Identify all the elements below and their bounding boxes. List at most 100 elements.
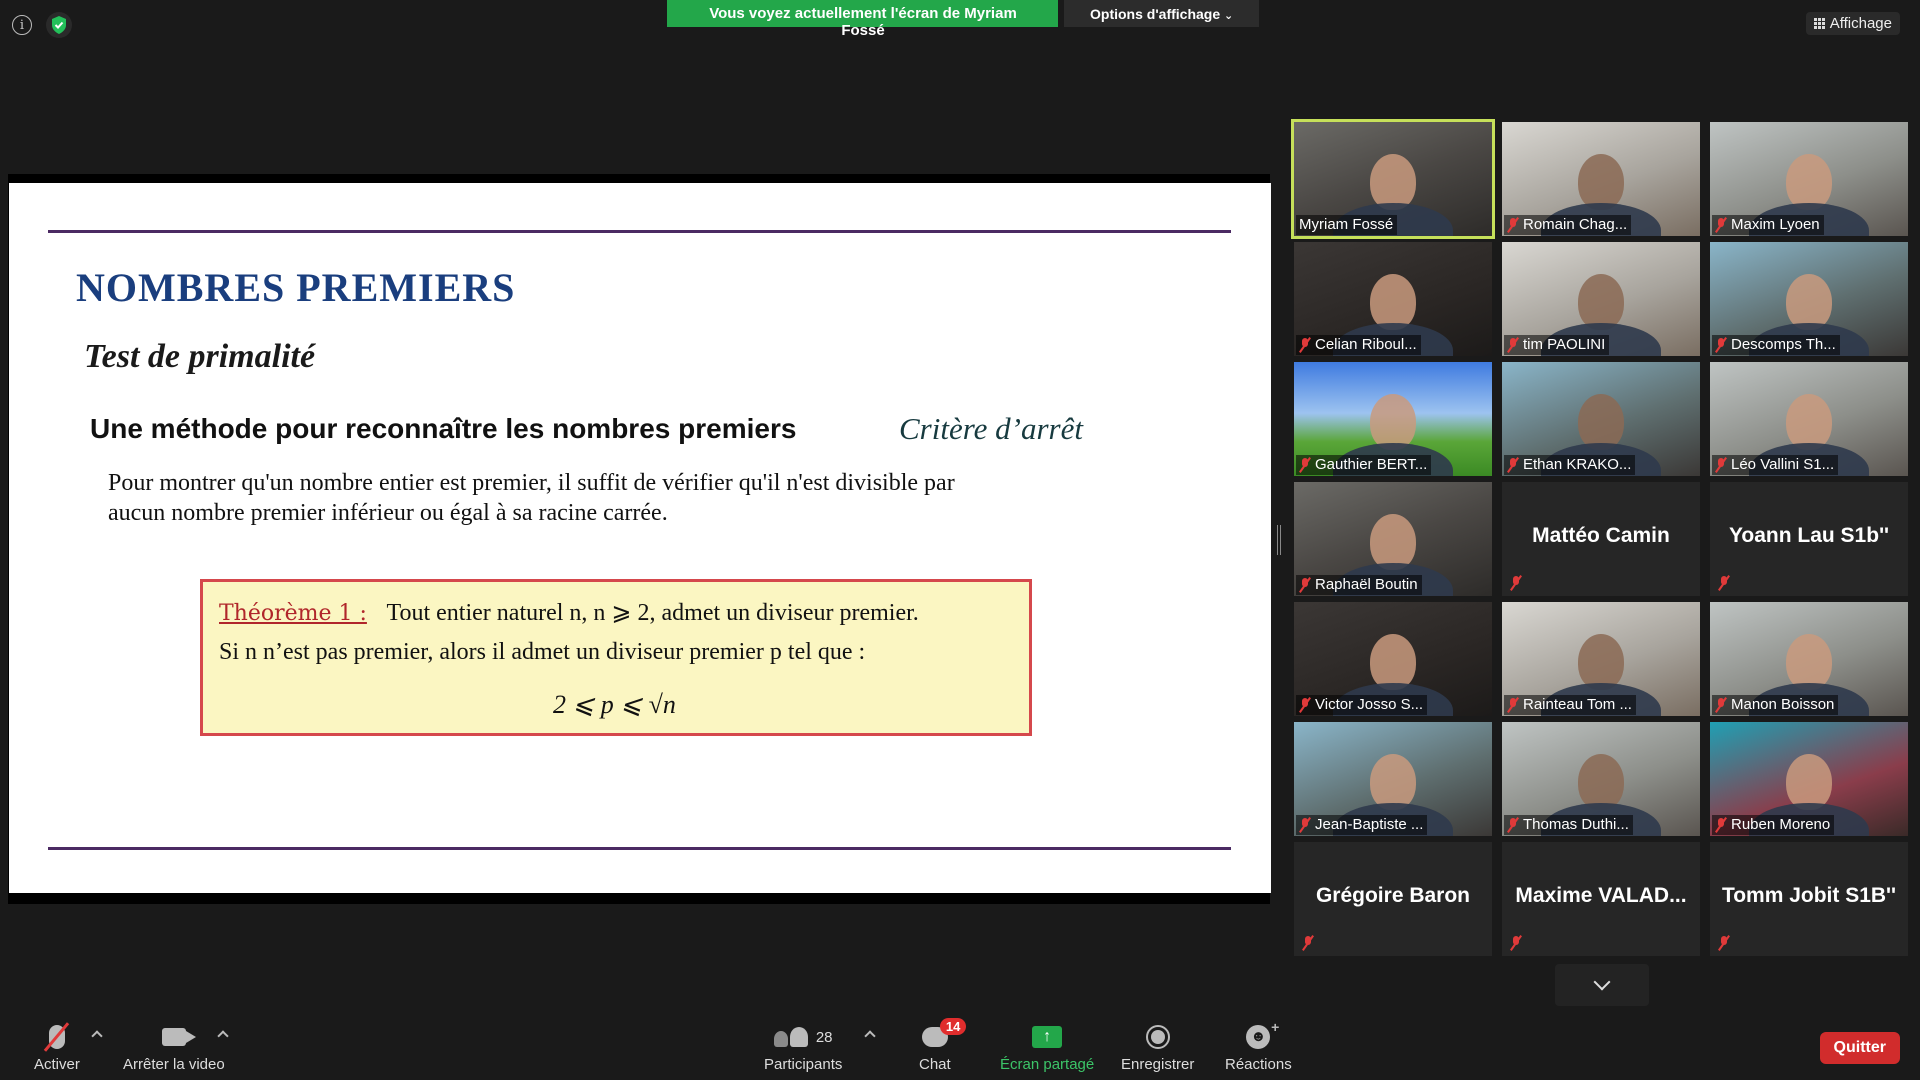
participant-name-tag: Celian Riboul...: [1296, 335, 1421, 355]
theorem-statement: Tout entier naturel n, n ⩾ 2, admet un d…: [386, 600, 919, 626]
participant-video: [1370, 513, 1416, 570]
sharing-notice: Vous voyez actuellement l'écran de Myria…: [667, 0, 1058, 39]
slide: NOMBRES PREMIERS Test de primalité Une m…: [9, 183, 1271, 893]
participant-name: Thomas Duthi...: [1523, 816, 1629, 833]
participant-tile[interactable]: Descomps Th...: [1710, 242, 1908, 356]
view-options-button[interactable]: Options d'affichage ⌄: [1064, 0, 1259, 27]
reactions-button[interactable]: ☻ Réactions: [1225, 1015, 1292, 1073]
participant-name: Tomm Jobit S1B'': [1721, 884, 1897, 907]
participant-name: Yoann Lau S1b'': [1728, 524, 1890, 547]
chat-button[interactable]: 14 Chat: [919, 1018, 967, 1073]
mic-muted-icon: [1718, 936, 1730, 950]
participant-name-tag: tim PAOLINI: [1504, 335, 1610, 355]
audio-options-caret[interactable]: [91, 1030, 103, 1042]
participant-video: [1370, 273, 1416, 330]
participant-tile[interactable]: Maxim Lyoen: [1710, 122, 1908, 236]
mic-muted-icon: [1299, 337, 1311, 352]
shield-icon[interactable]: [46, 12, 72, 38]
chat-unread-badge: 14: [939, 1018, 967, 1035]
stop-video-label: Arrêter la video: [123, 1056, 225, 1073]
participant-name-tag: Maxim Lyoen: [1712, 215, 1824, 235]
theorem-line-1: Théorème 1 : Tout entier naturel n, n ⩾ …: [219, 598, 919, 627]
participant-tile[interactable]: Jean-Baptiste ...: [1294, 722, 1492, 836]
participant-name: Jean-Baptiste ...: [1315, 816, 1424, 833]
mic-muted-icon: [1302, 936, 1314, 950]
participant-tile[interactable]: tim PAOLINI: [1502, 242, 1700, 356]
slide-subtitle: Test de primalité: [84, 338, 316, 375]
participant-tile[interactable]: Celian Riboul...: [1294, 242, 1492, 356]
participant-name-tag: Descomps Th...: [1712, 335, 1840, 355]
participant-name-tag: Ruben Moreno: [1712, 815, 1835, 835]
participant-name: Grégoire Baron: [1315, 884, 1471, 907]
participants-options-caret[interactable]: [864, 1030, 876, 1042]
participant-video: [1578, 753, 1624, 810]
participant-video: [1578, 393, 1624, 450]
participant-name-tag: Raphaël Boutin: [1296, 575, 1422, 595]
participant-name-tag: Gauthier BERT...: [1296, 455, 1432, 475]
participant-tile[interactable]: Romain Chag...: [1502, 122, 1700, 236]
participant-name: Ethan KRAKO...: [1523, 456, 1632, 473]
slide-paragraph: Pour montrer qu'un nombre entier est pre…: [108, 468, 1108, 528]
participant-name-tag: Léo Vallini S1...: [1712, 455, 1839, 475]
participant-video: [1578, 153, 1624, 210]
mic-muted-icon: [1299, 457, 1311, 472]
participant-tile[interactable]: Thomas Duthi...: [1502, 722, 1700, 836]
participant-name-tag: Manon Boisson: [1712, 695, 1839, 715]
participant-tile[interactable]: Maxime VALAD...: [1502, 842, 1700, 956]
participant-tile[interactable]: Tomm Jobit S1B'': [1710, 842, 1908, 956]
panel-splitter-handle[interactable]: [1277, 525, 1281, 555]
stop-video-button[interactable]: Arrêter la video: [123, 1020, 225, 1073]
participant-tile[interactable]: Ethan KRAKO...: [1502, 362, 1700, 476]
shared-screen: NOMBRES PREMIERS Test de primalité Une m…: [8, 174, 1271, 904]
participant-gallery: Myriam Fossé Romain Chag... Maxim Lyoen Cel…: [1291, 119, 1910, 956]
reactions-icon: ☻: [1246, 1015, 1279, 1049]
view-label: Affichage: [1829, 15, 1892, 32]
participants-button[interactable]: 28 Participants: [764, 1020, 842, 1073]
participant-name: Maxim Lyoen: [1731, 216, 1820, 233]
participant-name-tag: Myriam Fossé: [1296, 215, 1398, 235]
mic-muted-icon: [1507, 337, 1519, 352]
info-icon[interactable]: i: [12, 15, 32, 35]
participant-name: Romain Chag...: [1523, 216, 1628, 233]
participant-tile[interactable]: Mattéo Camin: [1502, 482, 1700, 596]
chat-label: Chat: [919, 1056, 951, 1073]
quit-button[interactable]: Quitter: [1819, 1032, 1900, 1064]
participant-name: Léo Vallini S1...: [1731, 456, 1835, 473]
participant-name-tag: Victor Josso S...: [1296, 695, 1428, 715]
participant-video: [1786, 753, 1832, 810]
participant-name: Gauthier BERT...: [1315, 456, 1428, 473]
mic-muted-icon: [1715, 217, 1727, 232]
participant-video: [1786, 393, 1832, 450]
participant-tile[interactable]: Ruben Moreno: [1710, 722, 1908, 836]
share-screen-button[interactable]: ↑ Écran partagé: [1000, 1020, 1094, 1073]
participant-tile[interactable]: Raphaël Boutin: [1294, 482, 1492, 596]
mic-muted-icon: [1507, 817, 1519, 832]
mic-muted-icon: [1510, 936, 1522, 950]
record-label: Enregistrer: [1121, 1056, 1195, 1073]
participant-video: [1370, 753, 1416, 810]
unmute-button[interactable]: Activer: [34, 1020, 80, 1073]
mic-muted-icon: [48, 1025, 65, 1049]
participant-tile[interactable]: Gauthier BERT...: [1294, 362, 1492, 476]
grid-icon: [1813, 18, 1825, 29]
participant-tile[interactable]: Grégoire Baron: [1294, 842, 1492, 956]
video-camera-icon: [161, 1028, 196, 1046]
participant-tile[interactable]: Victor Josso S...: [1294, 602, 1492, 716]
participants-icon: [773, 1027, 808, 1047]
share-screen-icon: ↑: [1032, 1026, 1063, 1048]
participant-tile[interactable]: Yoann Lau S1b'': [1710, 482, 1908, 596]
participant-name-tag: Rainteau Tom ...: [1504, 695, 1636, 715]
participant-tile[interactable]: Léo Vallini S1...: [1710, 362, 1908, 476]
participant-tile[interactable]: Rainteau Tom ...: [1502, 602, 1700, 716]
share-screen-label: Écran partagé: [1000, 1056, 1095, 1073]
participant-video: [1370, 633, 1416, 690]
gallery-next-page-button[interactable]: [1555, 964, 1649, 1006]
participant-video: [1578, 273, 1624, 330]
record-button[interactable]: Enregistrer: [1121, 1020, 1194, 1073]
record-icon: [1145, 1025, 1170, 1049]
view-button[interactable]: Affichage: [1805, 12, 1900, 35]
participant-tile[interactable]: Manon Boisson: [1710, 602, 1908, 716]
participant-video: [1786, 153, 1832, 210]
participant-name: tim PAOLINI: [1523, 336, 1606, 353]
participant-tile[interactable]: Myriam Fossé: [1291, 119, 1495, 239]
